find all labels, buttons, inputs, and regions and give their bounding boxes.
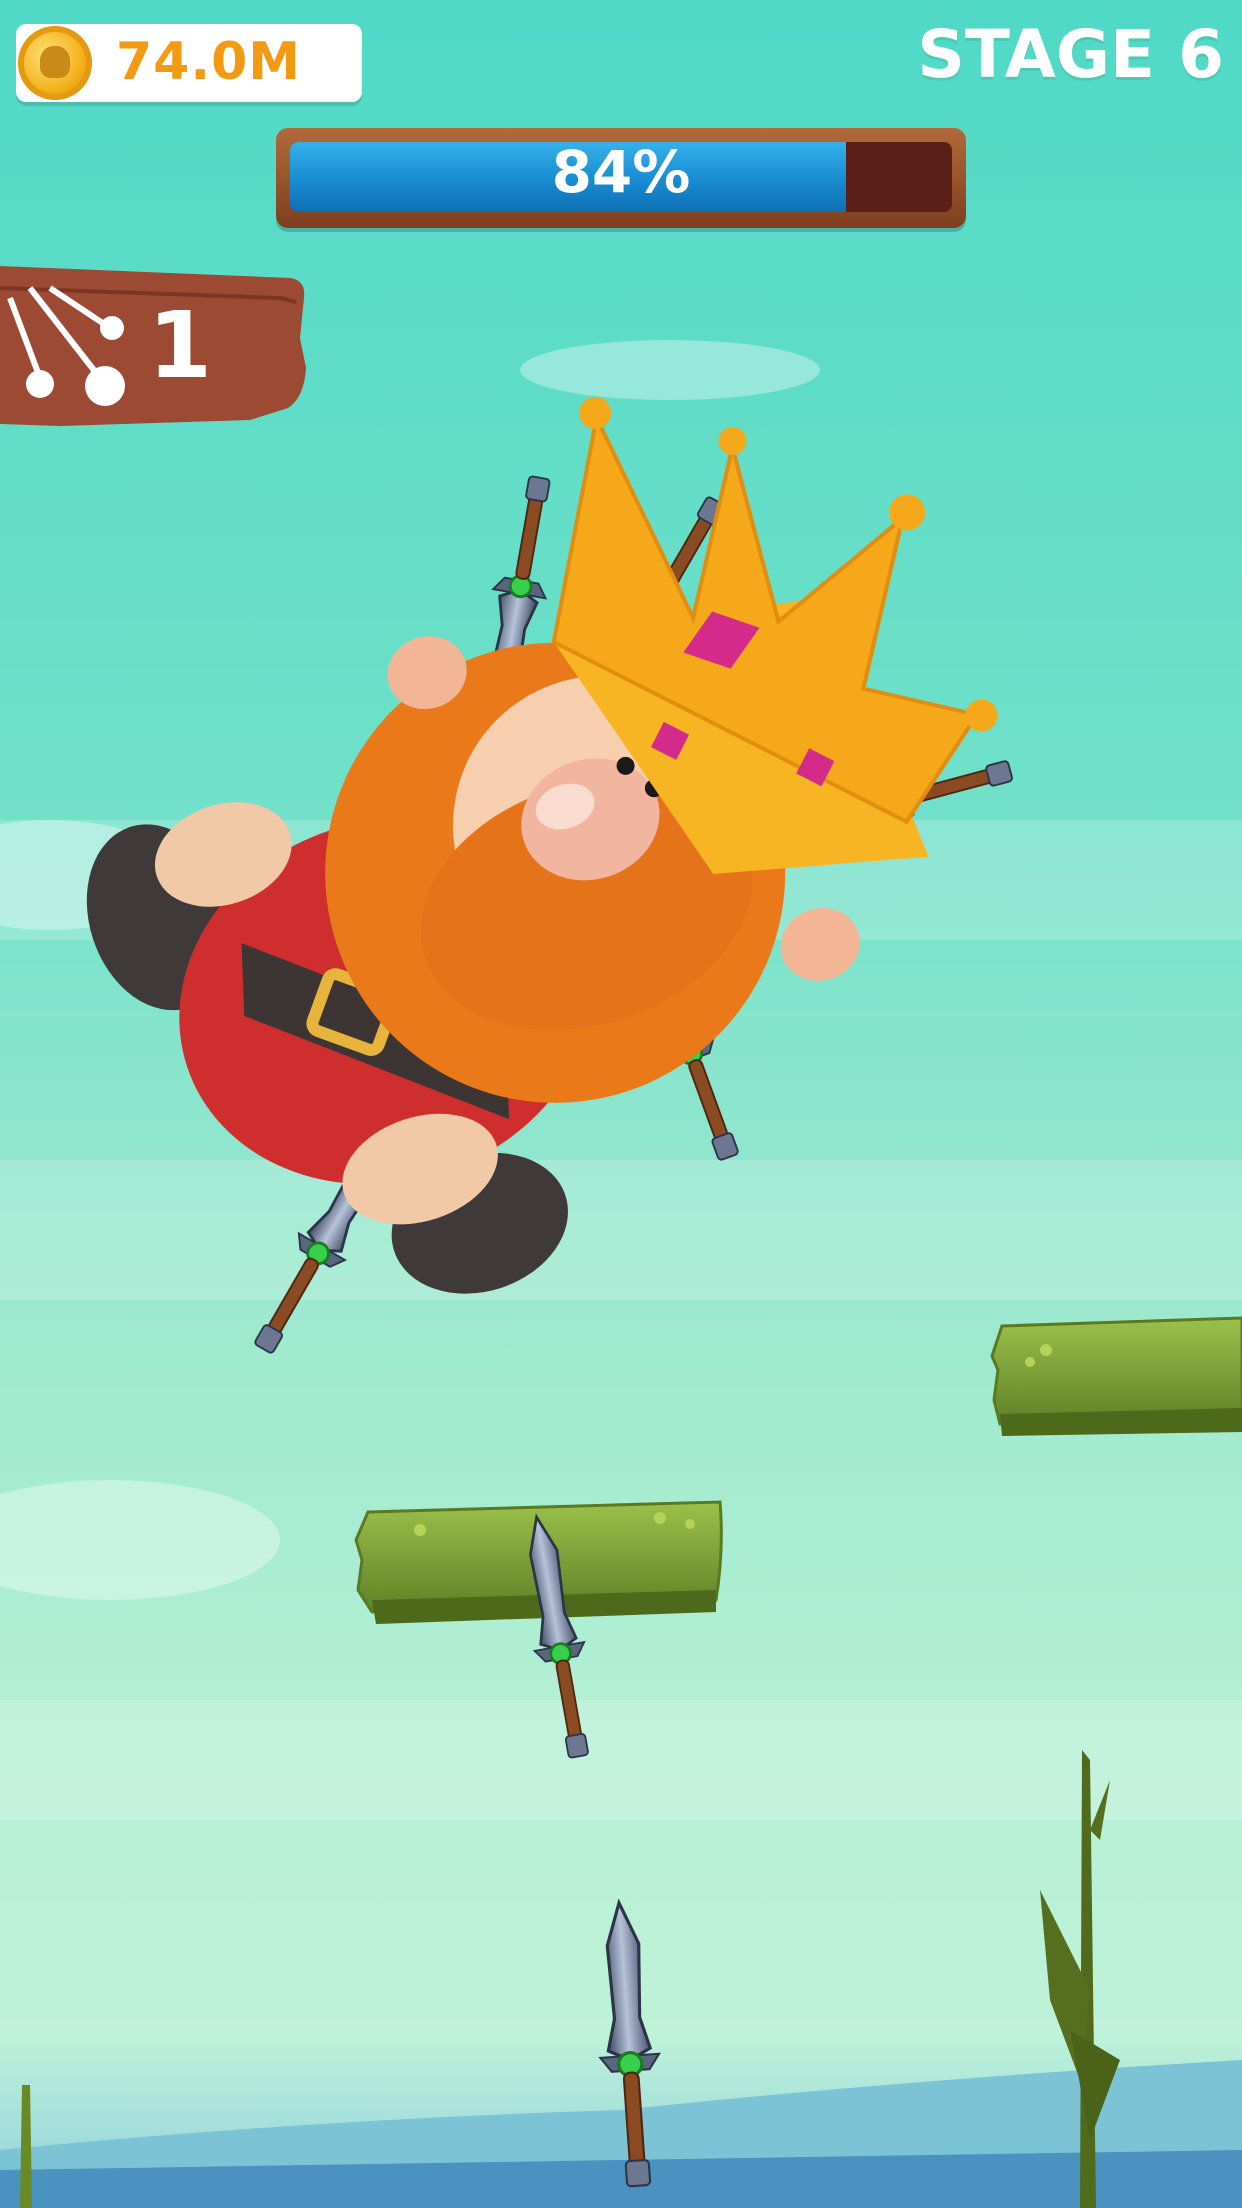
platform-right	[990, 1316, 1242, 1436]
game-scene	[0, 308, 1242, 2208]
king-target[interactable]	[0, 308, 1119, 1374]
game-stage[interactable]: 74.0M STAGE 6 84% 1	[0, 0, 1242, 2208]
